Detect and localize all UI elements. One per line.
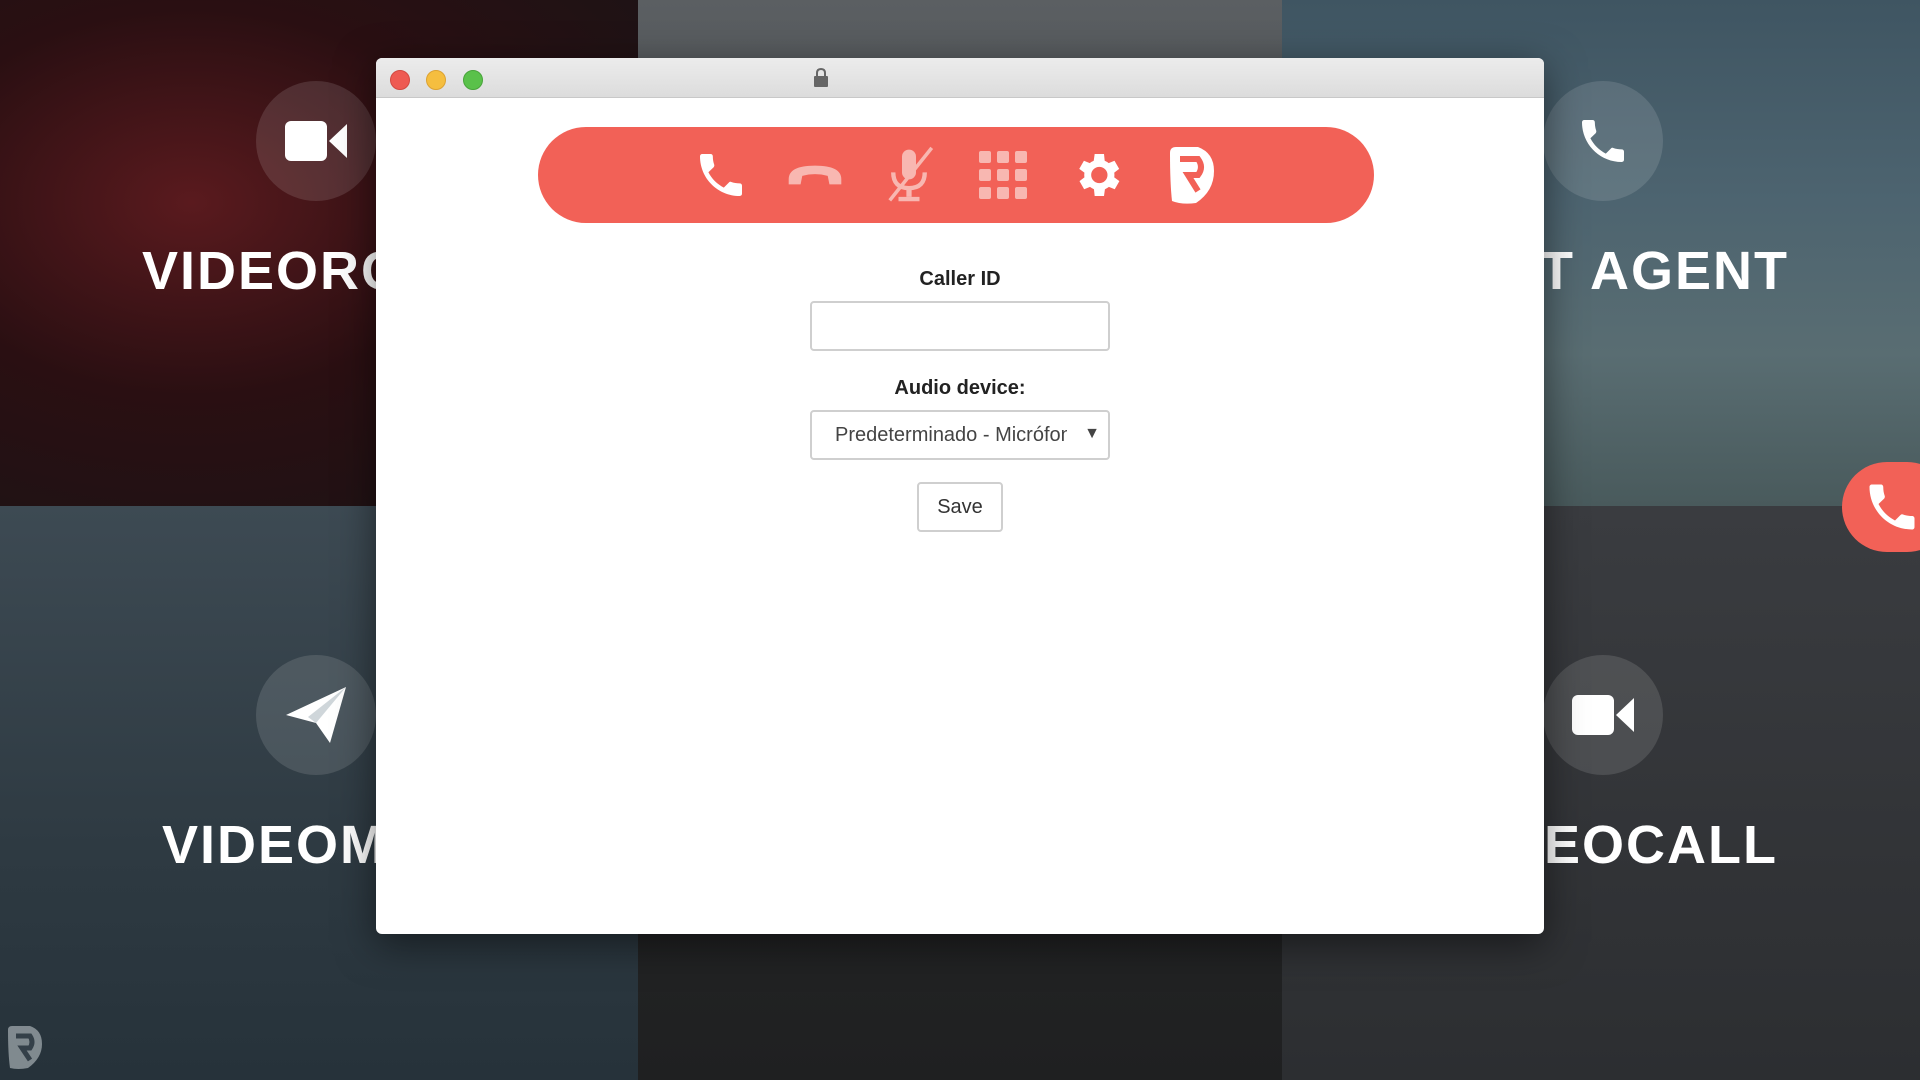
- tile-label-videomessage: VIDEOM: [162, 815, 388, 875]
- lock-icon: [814, 68, 828, 87]
- tile-label-videoroom: VIDEORC: [142, 241, 403, 301]
- window-maximize-button[interactable]: [463, 70, 483, 90]
- audio-device-selected-value: Predeterminado - Micrófono: [835, 424, 1067, 446]
- settings-icon: [1079, 154, 1120, 196]
- caller-id-label: Caller ID: [919, 268, 1001, 290]
- mute-button[interactable]: [881, 144, 937, 206]
- phone-icon: [1869, 484, 1915, 530]
- hang-up-button[interactable]: [787, 144, 843, 206]
- window-close-button[interactable]: [390, 70, 410, 90]
- hang-up-icon: [788, 165, 842, 185]
- audio-device-label: Audio device:: [894, 377, 1026, 399]
- settings-button[interactable]: [1069, 144, 1125, 206]
- call-button[interactable]: [693, 144, 749, 206]
- call-toolbar: [538, 127, 1374, 223]
- brand-logo-icon: [1170, 147, 1214, 204]
- paper-plane-icon[interactable]: [256, 655, 376, 775]
- caller-id-input[interactable]: [810, 301, 1110, 351]
- dialpad-icon: [979, 151, 1027, 199]
- brand-logo-icon: [4, 1024, 44, 1072]
- brand-button[interactable]: [1163, 144, 1219, 206]
- audio-device-select[interactable]: Predeterminado - Micrófono ▼: [810, 410, 1110, 460]
- video-camera-icon[interactable]: [256, 81, 376, 201]
- settings-window: Caller ID Audio device: Predeterminado -…: [376, 58, 1544, 934]
- dialpad-button[interactable]: [975, 144, 1031, 206]
- window-titlebar[interactable]: [376, 58, 1544, 98]
- video-camera-icon[interactable]: [1543, 655, 1663, 775]
- mute-microphone-icon: [888, 146, 934, 202]
- tile-label-agent: T AGENT: [1540, 241, 1789, 301]
- settings-form: Caller ID Audio device: Predeterminado -…: [376, 268, 1544, 532]
- call-icon: [700, 154, 742, 196]
- window-minimize-button[interactable]: [426, 70, 446, 90]
- phone-icon[interactable]: [1543, 81, 1663, 201]
- dropdown-arrow-icon: ▼: [1084, 425, 1100, 442]
- save-button[interactable]: Save: [917, 482, 1003, 532]
- tile-label-videocall: EOCALL: [1544, 815, 1778, 875]
